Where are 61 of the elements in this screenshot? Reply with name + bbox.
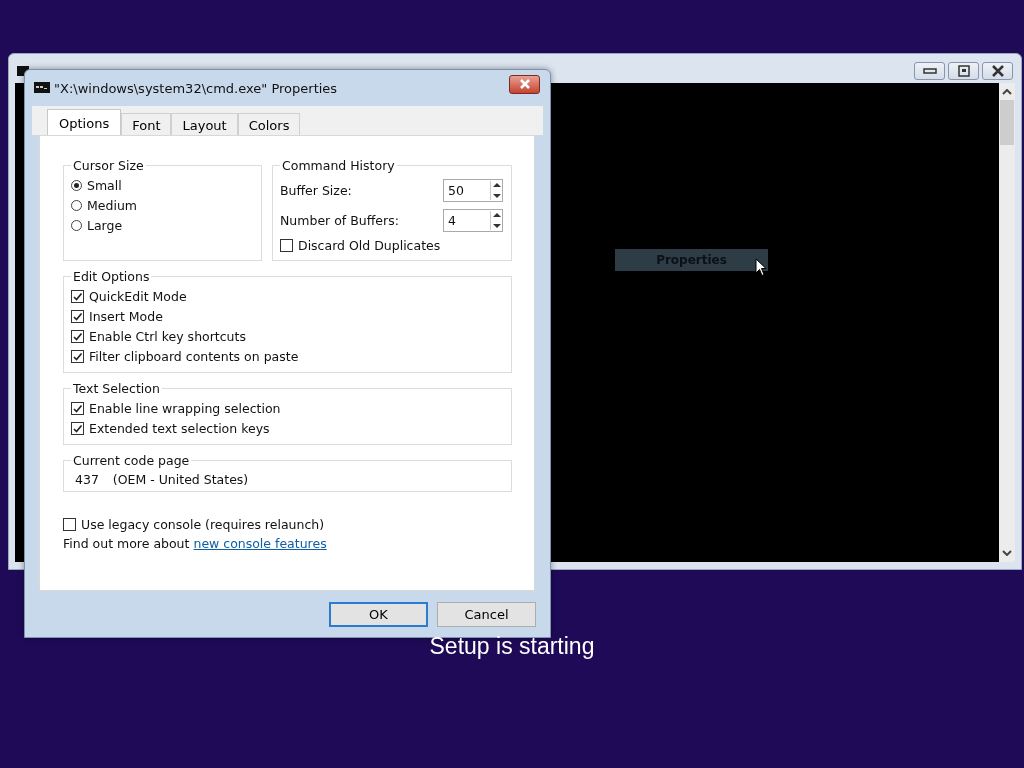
spin-up-icon[interactable] xyxy=(492,181,501,187)
option-label: Filter clipboard contents on paste xyxy=(89,348,299,364)
radio-button[interactable] xyxy=(71,179,82,191)
console-features-link[interactable]: new console features xyxy=(193,536,327,551)
option-label: Enable line wrapping selection xyxy=(89,400,281,416)
group-title: Command History xyxy=(281,158,396,173)
close-button[interactable] xyxy=(982,62,1013,80)
option-label: Discard Old Duplicates xyxy=(298,237,441,253)
checkbox[interactable] xyxy=(71,349,84,363)
field-label: Buffer Size: xyxy=(280,182,353,198)
setup-status-text: Setup is starting xyxy=(428,633,596,660)
group-title: Edit Options xyxy=(72,269,151,284)
option-label: Insert Mode xyxy=(89,308,163,324)
checkbox[interactable] xyxy=(71,329,84,343)
checkbox[interactable] xyxy=(71,309,84,323)
scrollbar[interactable] xyxy=(999,83,1015,562)
group-title: Text Selection xyxy=(72,381,161,396)
console-icon xyxy=(34,80,50,96)
code-page-name: (OEM - United States) xyxy=(112,472,249,487)
group-title: Cursor Size xyxy=(72,158,145,173)
checkbox[interactable] xyxy=(71,421,84,435)
tab[interactable]: Colors xyxy=(237,113,301,135)
info-text: Find out more about xyxy=(63,536,190,551)
close-button[interactable] xyxy=(509,74,540,94)
dialog-button[interactable]: OK xyxy=(329,602,428,627)
field-label: Number of Buffers: xyxy=(280,212,400,228)
option-label: Enable Ctrl key shortcuts xyxy=(89,328,246,344)
number-field[interactable]: 4 xyxy=(443,208,503,232)
number-field[interactable]: 50 xyxy=(443,178,503,202)
radio-button[interactable] xyxy=(71,219,82,231)
checkbox[interactable] xyxy=(71,289,84,303)
code-page-number: 437 xyxy=(75,472,99,487)
scroll-thumb[interactable] xyxy=(1000,100,1014,145)
pointer-icon xyxy=(755,258,767,277)
spin-down-icon[interactable] xyxy=(492,223,501,229)
dialog-button[interactable]: Cancel xyxy=(437,602,536,627)
spin-down-icon[interactable] xyxy=(492,193,501,199)
checkbox[interactable] xyxy=(280,238,293,252)
close-icon xyxy=(518,79,531,89)
tab[interactable]: Layout xyxy=(171,113,238,135)
tab[interactable]: Font xyxy=(121,113,172,135)
option-label: Large xyxy=(87,217,123,233)
option-label: Medium xyxy=(87,197,137,213)
scroll-up-icon[interactable] xyxy=(1002,89,1012,95)
restore-icon xyxy=(956,65,971,77)
checkbox[interactable] xyxy=(71,401,84,415)
scroll-down-icon[interactable] xyxy=(1002,550,1012,556)
checkbox[interactable] xyxy=(63,517,76,531)
window-title: "X:\windows\system32\cmd.exe" Properties xyxy=(54,80,338,96)
group-title: Current code page xyxy=(72,453,191,468)
minimize-icon xyxy=(922,67,937,75)
close-icon xyxy=(990,65,1005,77)
option-label: Small xyxy=(87,177,122,193)
option-label: Extended text selection keys xyxy=(89,420,270,436)
option-label: QuickEdit Mode xyxy=(89,288,187,304)
spin-up-icon[interactable] xyxy=(492,211,501,217)
restore-button[interactable] xyxy=(948,62,979,80)
tab[interactable]: Options xyxy=(47,109,122,135)
option-label: Use legacy console (requires relaunch) xyxy=(81,516,325,532)
radio-button[interactable] xyxy=(71,199,82,211)
minimize-button[interactable] xyxy=(914,62,945,80)
